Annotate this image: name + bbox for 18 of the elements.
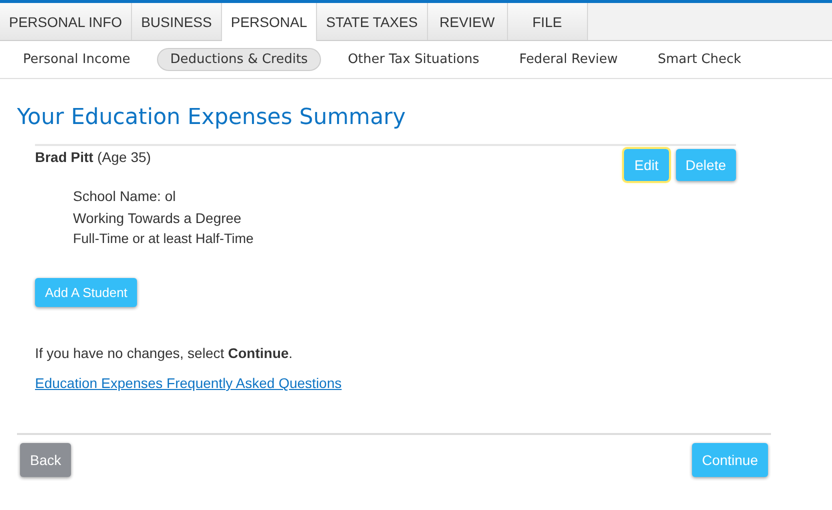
nav-tab[interactable]: FILE	[508, 3, 588, 40]
student-detail: Working Towards a Degree	[73, 209, 242, 228]
nav-tab[interactable]: REVIEW	[428, 3, 508, 40]
faq-link[interactable]: Education Expenses Frequently Asked Questions	[35, 375, 342, 391]
student-name: Brad Pitt (Age 35)	[35, 149, 151, 165]
nav-tab[interactable]: PERSONAL	[222, 3, 318, 41]
subnav-tab[interactable]: Personal Income	[10, 48, 144, 71]
subnav-tab[interactable]: Deductions & Credits	[157, 48, 321, 71]
subnav-tab[interactable]: Smart Check	[644, 48, 754, 71]
instruction-text: If you have no changes, select Continue.	[35, 345, 294, 361]
nav-tab[interactable]: STATE TAXES	[317, 3, 428, 40]
nav-tab[interactable]: PERSONAL INFO	[0, 3, 132, 40]
subnav-tab[interactable]: Federal Review	[506, 48, 631, 71]
student-detail: School Name: ol	[73, 187, 177, 206]
nav-tab[interactable]: BUSINESS	[132, 3, 222, 40]
student-detail: Full-Time or at least Half-Time	[73, 230, 255, 248]
page-title: Your Education Expenses Summary	[17, 105, 407, 130]
subnav-tab[interactable]: Other Tax Situations	[334, 48, 492, 71]
